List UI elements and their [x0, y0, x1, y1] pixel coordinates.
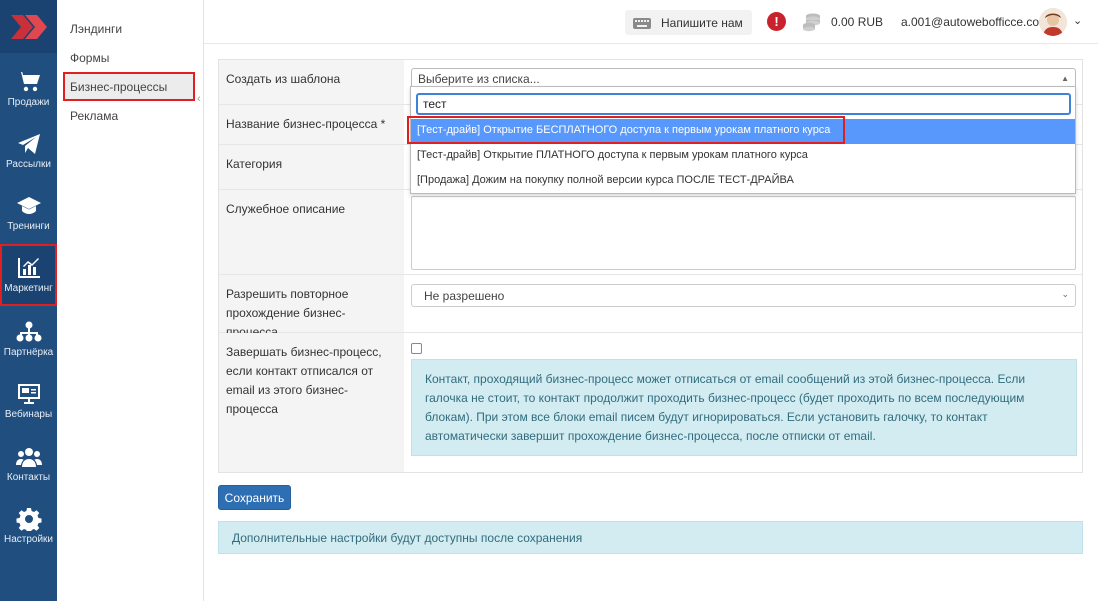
graduation-cap-icon	[16, 197, 41, 214]
after-save-notice: Дополнительные настройки будут доступны …	[218, 521, 1083, 554]
unsubscribe-checkbox[interactable]	[411, 343, 422, 354]
coins-icon	[803, 13, 820, 32]
nav-trainings[interactable]: Тренинги	[0, 182, 57, 244]
nav-settings-label: Настройки	[3, 534, 54, 545]
alert-icon[interactable]: !	[767, 12, 786, 31]
marketing-submenu: Лэндинги Формы Бизнес-процессы Реклама	[57, 0, 204, 601]
nav-trainings-label: Тренинги	[7, 221, 50, 232]
template-search-input[interactable]: тест	[416, 93, 1071, 115]
template-label: Создать из шаблона	[219, 60, 404, 104]
nav-webinars[interactable]: Вебинары	[0, 370, 57, 432]
unsubscribe-label: Завершать бизнес-процесс, если контакт о…	[219, 333, 404, 472]
select-arrow-icon: ▲	[1061, 74, 1069, 83]
nav-contacts-label: Контакты	[6, 472, 51, 483]
avatar[interactable]	[1039, 8, 1067, 36]
nav-settings[interactable]: Настройки	[0, 495, 57, 557]
submenu-item-business-processes[interactable]: Бизнес-процессы	[63, 72, 195, 101]
gear-icon	[16, 508, 41, 531]
users-icon	[15, 448, 42, 467]
network-icon	[16, 321, 41, 342]
paper-plane-icon	[17, 134, 40, 154]
keyboard-icon	[633, 17, 651, 29]
main-sidebar: Продажи Рассылки Тренинги Маркетинг Парт…	[0, 0, 57, 601]
collapse-submenu-icon[interactable]: ‹	[197, 93, 201, 105]
avatar-image-icon	[1039, 8, 1067, 36]
row-repeat: Разрешить повторное прохождение бизнес-п…	[219, 275, 1082, 339]
save-button[interactable]: Сохранить	[218, 485, 291, 510]
user-menu-chevron-down-icon[interactable]: ⌄	[1073, 14, 1082, 27]
logo[interactable]	[0, 0, 57, 53]
nav-partners[interactable]: Партнёрка	[0, 308, 57, 370]
user-email[interactable]: a.001@autowebofficce.com	[901, 15, 1049, 29]
write-us-button[interactable]: Напишите нам	[625, 10, 752, 35]
template-option[interactable]: [Тест-драйв] Открытие ПЛАТНОГО доступа к…	[411, 144, 1075, 169]
repeat-select[interactable]: Не разрешено ⌄	[411, 284, 1076, 307]
write-us-label: Напишите нам	[661, 15, 743, 30]
submenu-item-landings[interactable]: Лэндинги	[70, 22, 122, 36]
nav-mailings-label: Рассылки	[6, 159, 51, 170]
nav-contacts[interactable]: Контакты	[0, 433, 57, 495]
nav-sales-label: Продажи	[7, 97, 50, 108]
cart-icon	[16, 72, 40, 92]
presentation-icon	[17, 384, 40, 404]
nav-partners-label: Партнёрка	[3, 347, 54, 358]
submenu-item-ads[interactable]: Реклама	[70, 109, 118, 123]
nav-mailings[interactable]: Рассылки	[0, 120, 57, 182]
template-option[interactable]: [Продажа] Дожим на покупку полной версии…	[411, 169, 1075, 194]
template-option[interactable]: [Тест-драйв] Открытие БЕСПЛАТНОГО доступ…	[411, 119, 1075, 144]
chevron-down-icon: ⌄	[1061, 289, 1069, 299]
description-label: Служебное описание	[219, 190, 404, 274]
nav-marketing[interactable]: Маркетинг	[0, 244, 57, 306]
logo-chevrons-icon	[10, 14, 47, 39]
balance: 0.00 RUB	[831, 15, 884, 29]
description-textarea[interactable]	[411, 196, 1076, 270]
unsubscribe-info: Контакт, проходящий бизнес-процесс может…	[411, 359, 1077, 456]
category-label: Категория	[219, 145, 404, 189]
template-dropdown: тест [Тест-драйв] Открытие БЕСПЛАТНОГО д…	[410, 86, 1076, 194]
row-unsubscribe: Завершать бизнес-процесс, если контакт о…	[219, 333, 1082, 472]
nav-sales[interactable]: Продажи	[0, 58, 57, 120]
top-bar: Напишите нам ! 0.00 RUB a.001@autoweboff…	[204, 0, 1098, 44]
nav-webinars-label: Вебинары	[4, 409, 53, 420]
repeat-label: Разрешить повторное прохождение бизнес-п…	[219, 275, 404, 339]
row-description: Служебное описание	[219, 190, 1082, 275]
chart-icon	[17, 258, 40, 278]
name-label: Название бизнес-процесса *	[219, 105, 404, 144]
template-select-value: Выберите из списка...	[418, 72, 540, 86]
nav-marketing-label: Маркетинг	[4, 283, 53, 294]
repeat-select-value: Не разрешено	[424, 289, 505, 303]
submenu-item-forms[interactable]: Формы	[70, 51, 109, 65]
